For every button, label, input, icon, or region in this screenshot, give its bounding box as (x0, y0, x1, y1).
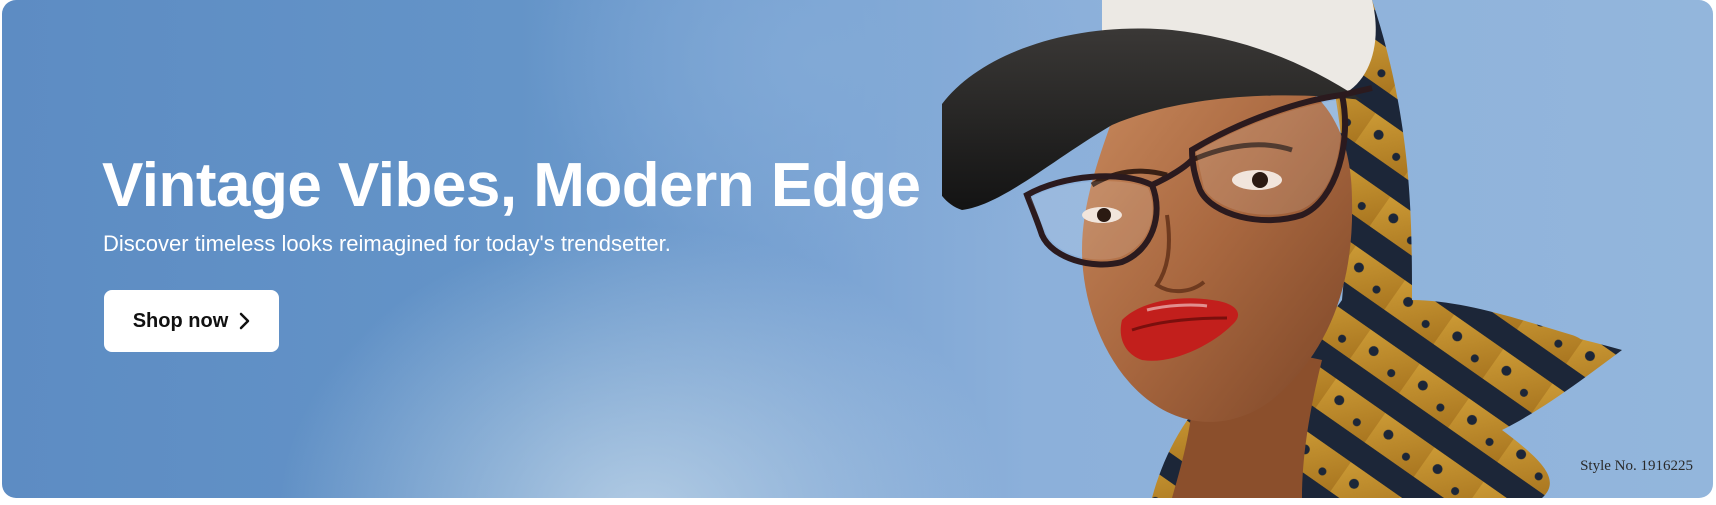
shop-now-label: Shop now (132, 309, 229, 332)
hero-banner[interactable]: Vintage Vibes, Modern Edge Discover time… (2, 0, 1713, 498)
banner-headline: Vintage Vibes, Modern Edge (102, 151, 921, 220)
model-portrait-image (942, 0, 1713, 498)
style-number-caption: Style No. 1916225 (1580, 458, 1693, 474)
chevron-right-icon (240, 312, 250, 330)
shop-now-button[interactable]: Shop now (104, 290, 279, 352)
banner-subtitle: Discover timeless looks reimagined for t… (103, 231, 671, 256)
